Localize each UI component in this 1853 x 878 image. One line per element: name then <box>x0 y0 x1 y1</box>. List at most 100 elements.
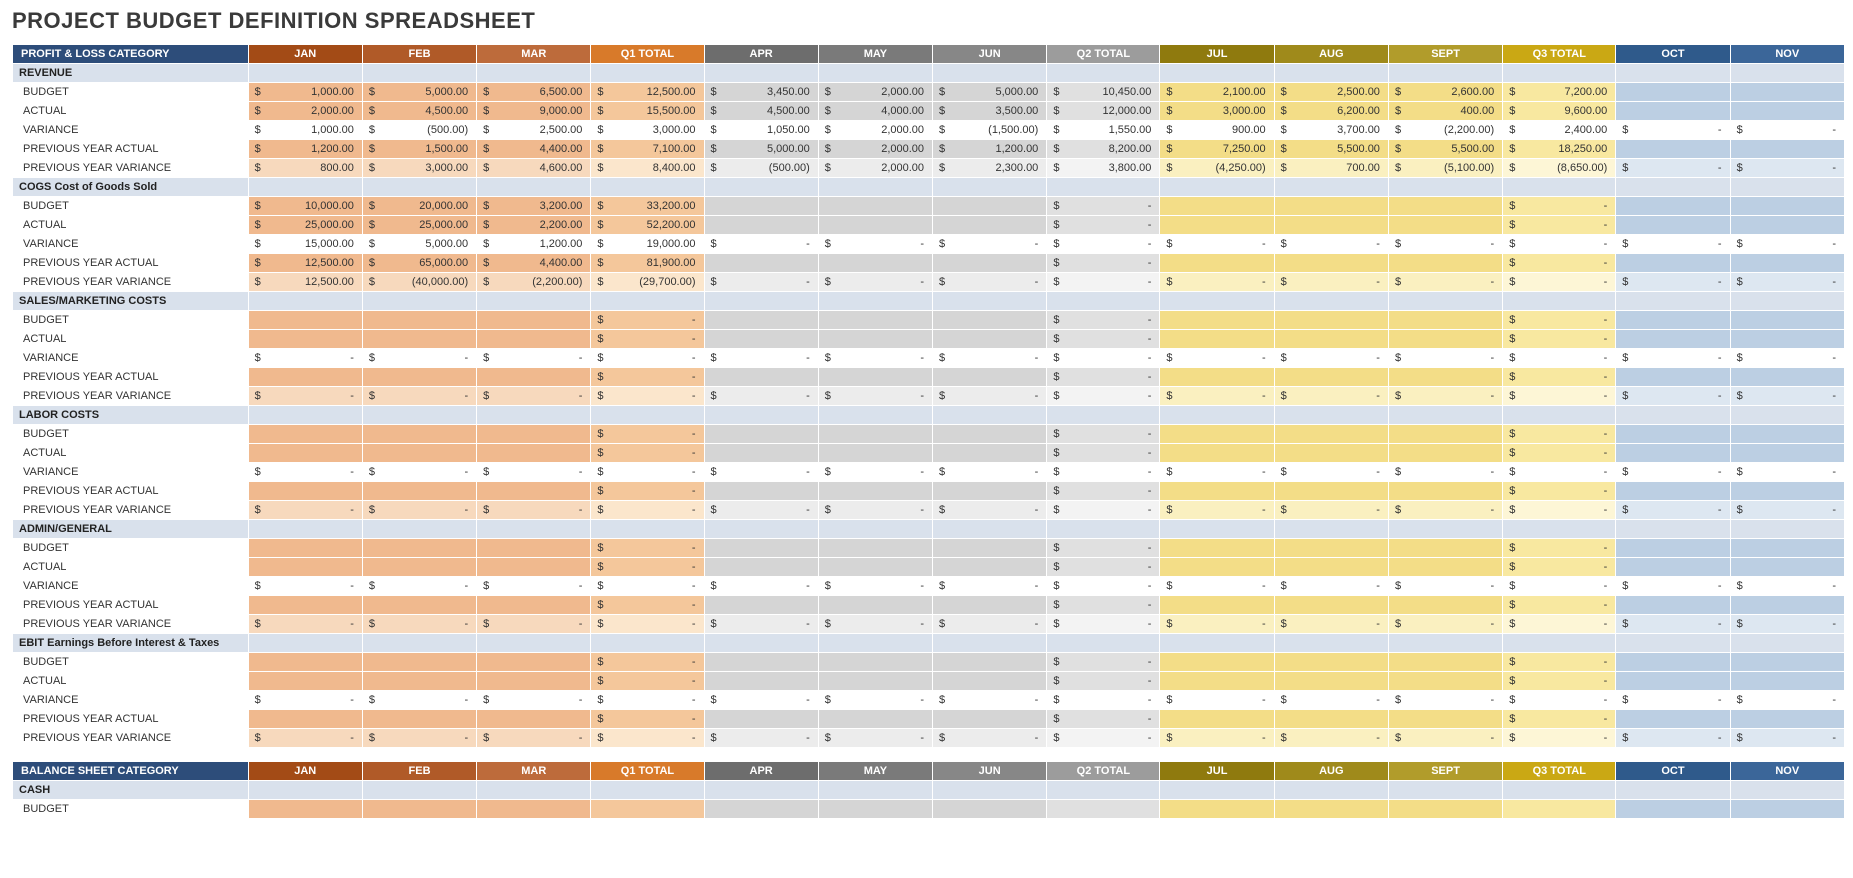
data-cell[interactable] <box>1274 368 1388 387</box>
row-label[interactable]: VARIANCE <box>13 235 249 254</box>
data-cell[interactable]: $25,000.00 <box>362 216 476 235</box>
data-cell[interactable]: $65,000.00 <box>362 254 476 273</box>
data-cell[interactable]: $19,000.00 <box>591 235 704 254</box>
data-cell[interactable]: $- <box>477 349 591 368</box>
data-cell[interactable]: $(29,700.00) <box>591 273 704 292</box>
data-cell[interactable]: $(2,200.00) <box>1388 121 1502 140</box>
data-cell[interactable]: $- <box>1047 691 1160 710</box>
data-cell[interactable]: $- <box>1047 501 1160 520</box>
data-cell[interactable]: $- <box>818 463 932 482</box>
data-cell[interactable]: $- <box>933 615 1047 634</box>
data-cell[interactable] <box>704 539 818 558</box>
data-cell[interactable] <box>1616 539 1730 558</box>
data-cell[interactable]: $- <box>477 501 591 520</box>
data-cell[interactable] <box>1274 710 1388 729</box>
column-header[interactable]: JAN <box>248 45 362 64</box>
data-cell[interactable]: $- <box>1503 330 1616 349</box>
data-cell[interactable] <box>362 596 476 615</box>
data-cell[interactable]: $- <box>362 463 476 482</box>
data-cell[interactable]: $- <box>591 482 704 501</box>
data-cell[interactable] <box>1616 311 1730 330</box>
data-cell[interactable] <box>1730 83 1844 102</box>
column-header[interactable]: OCT <box>1616 45 1730 64</box>
data-cell[interactable]: $4,500.00 <box>362 102 476 121</box>
data-cell[interactable]: $- <box>1388 273 1502 292</box>
data-cell[interactable]: $- <box>1160 387 1274 406</box>
data-cell[interactable]: $- <box>1616 235 1730 254</box>
data-cell[interactable]: $- <box>362 729 476 748</box>
data-cell[interactable] <box>1274 800 1388 819</box>
data-cell[interactable] <box>1388 368 1502 387</box>
data-cell[interactable] <box>1160 672 1274 691</box>
data-cell[interactable] <box>1274 216 1388 235</box>
data-cell[interactable] <box>362 444 476 463</box>
data-cell[interactable]: $700.00 <box>1274 159 1388 178</box>
data-cell[interactable] <box>704 672 818 691</box>
data-cell[interactable] <box>1388 596 1502 615</box>
data-cell[interactable]: $15,500.00 <box>591 102 704 121</box>
data-cell[interactable] <box>362 368 476 387</box>
data-cell[interactable] <box>248 482 362 501</box>
data-cell[interactable]: $- <box>1274 273 1388 292</box>
data-cell[interactable] <box>1274 653 1388 672</box>
data-cell[interactable] <box>1388 425 1502 444</box>
data-cell[interactable]: $- <box>1047 615 1160 634</box>
data-cell[interactable] <box>1730 216 1844 235</box>
data-cell[interactable]: $- <box>1160 615 1274 634</box>
data-cell[interactable] <box>1730 425 1844 444</box>
data-cell[interactable]: $- <box>1503 216 1616 235</box>
data-cell[interactable] <box>248 596 362 615</box>
data-cell[interactable]: $- <box>1503 596 1616 615</box>
data-cell[interactable] <box>248 330 362 349</box>
data-cell[interactable]: $- <box>1047 710 1160 729</box>
data-cell[interactable] <box>1730 311 1844 330</box>
data-cell[interactable]: $- <box>1503 368 1616 387</box>
column-header[interactable]: AUG <box>1274 45 1388 64</box>
data-cell[interactable] <box>933 800 1047 819</box>
data-cell[interactable] <box>704 596 818 615</box>
data-cell[interactable]: $- <box>1616 615 1730 634</box>
data-cell[interactable]: $- <box>1047 425 1160 444</box>
data-cell[interactable] <box>362 710 476 729</box>
data-cell[interactable] <box>1160 216 1274 235</box>
data-cell[interactable]: $- <box>933 691 1047 710</box>
data-cell[interactable] <box>1388 653 1502 672</box>
data-cell[interactable]: $1,550.00 <box>1047 121 1160 140</box>
data-cell[interactable]: $2,000.00 <box>818 140 932 159</box>
data-cell[interactable]: $- <box>1616 121 1730 140</box>
data-cell[interactable]: $- <box>1388 387 1502 406</box>
data-cell[interactable] <box>704 216 818 235</box>
data-cell[interactable] <box>704 653 818 672</box>
data-cell[interactable] <box>933 444 1047 463</box>
data-cell[interactable]: $- <box>1047 729 1160 748</box>
data-cell[interactable] <box>362 800 476 819</box>
data-cell[interactable]: $2,000.00 <box>818 121 932 140</box>
data-cell[interactable]: $- <box>1388 235 1502 254</box>
data-cell[interactable]: $- <box>1730 691 1844 710</box>
data-cell[interactable] <box>933 254 1047 273</box>
data-cell[interactable]: $12,000.00 <box>1047 102 1160 121</box>
data-cell[interactable] <box>1616 330 1730 349</box>
data-cell[interactable]: $- <box>818 501 932 520</box>
data-cell[interactable]: $- <box>1503 710 1616 729</box>
data-cell[interactable]: $(8,650.00) <box>1503 159 1616 178</box>
data-cell[interactable]: $- <box>1730 273 1844 292</box>
data-cell[interactable]: $- <box>1274 615 1388 634</box>
column-header[interactable]: APR <box>704 762 818 781</box>
data-cell[interactable] <box>1616 197 1730 216</box>
data-cell[interactable]: $7,250.00 <box>1160 140 1274 159</box>
data-cell[interactable]: $- <box>591 653 704 672</box>
data-cell[interactable] <box>1616 710 1730 729</box>
data-cell[interactable] <box>1730 800 1844 819</box>
data-cell[interactable]: $12,500.00 <box>248 273 362 292</box>
data-cell[interactable]: $- <box>248 615 362 634</box>
data-cell[interactable] <box>818 311 932 330</box>
data-cell[interactable]: $- <box>591 349 704 368</box>
data-cell[interactable] <box>1616 558 1730 577</box>
data-cell[interactable]: $- <box>818 273 932 292</box>
data-cell[interactable] <box>818 653 932 672</box>
data-cell[interactable]: $- <box>704 463 818 482</box>
data-cell[interactable]: $1,050.00 <box>704 121 818 140</box>
data-cell[interactable]: $- <box>1388 577 1502 596</box>
data-cell[interactable]: $5,000.00 <box>704 140 818 159</box>
